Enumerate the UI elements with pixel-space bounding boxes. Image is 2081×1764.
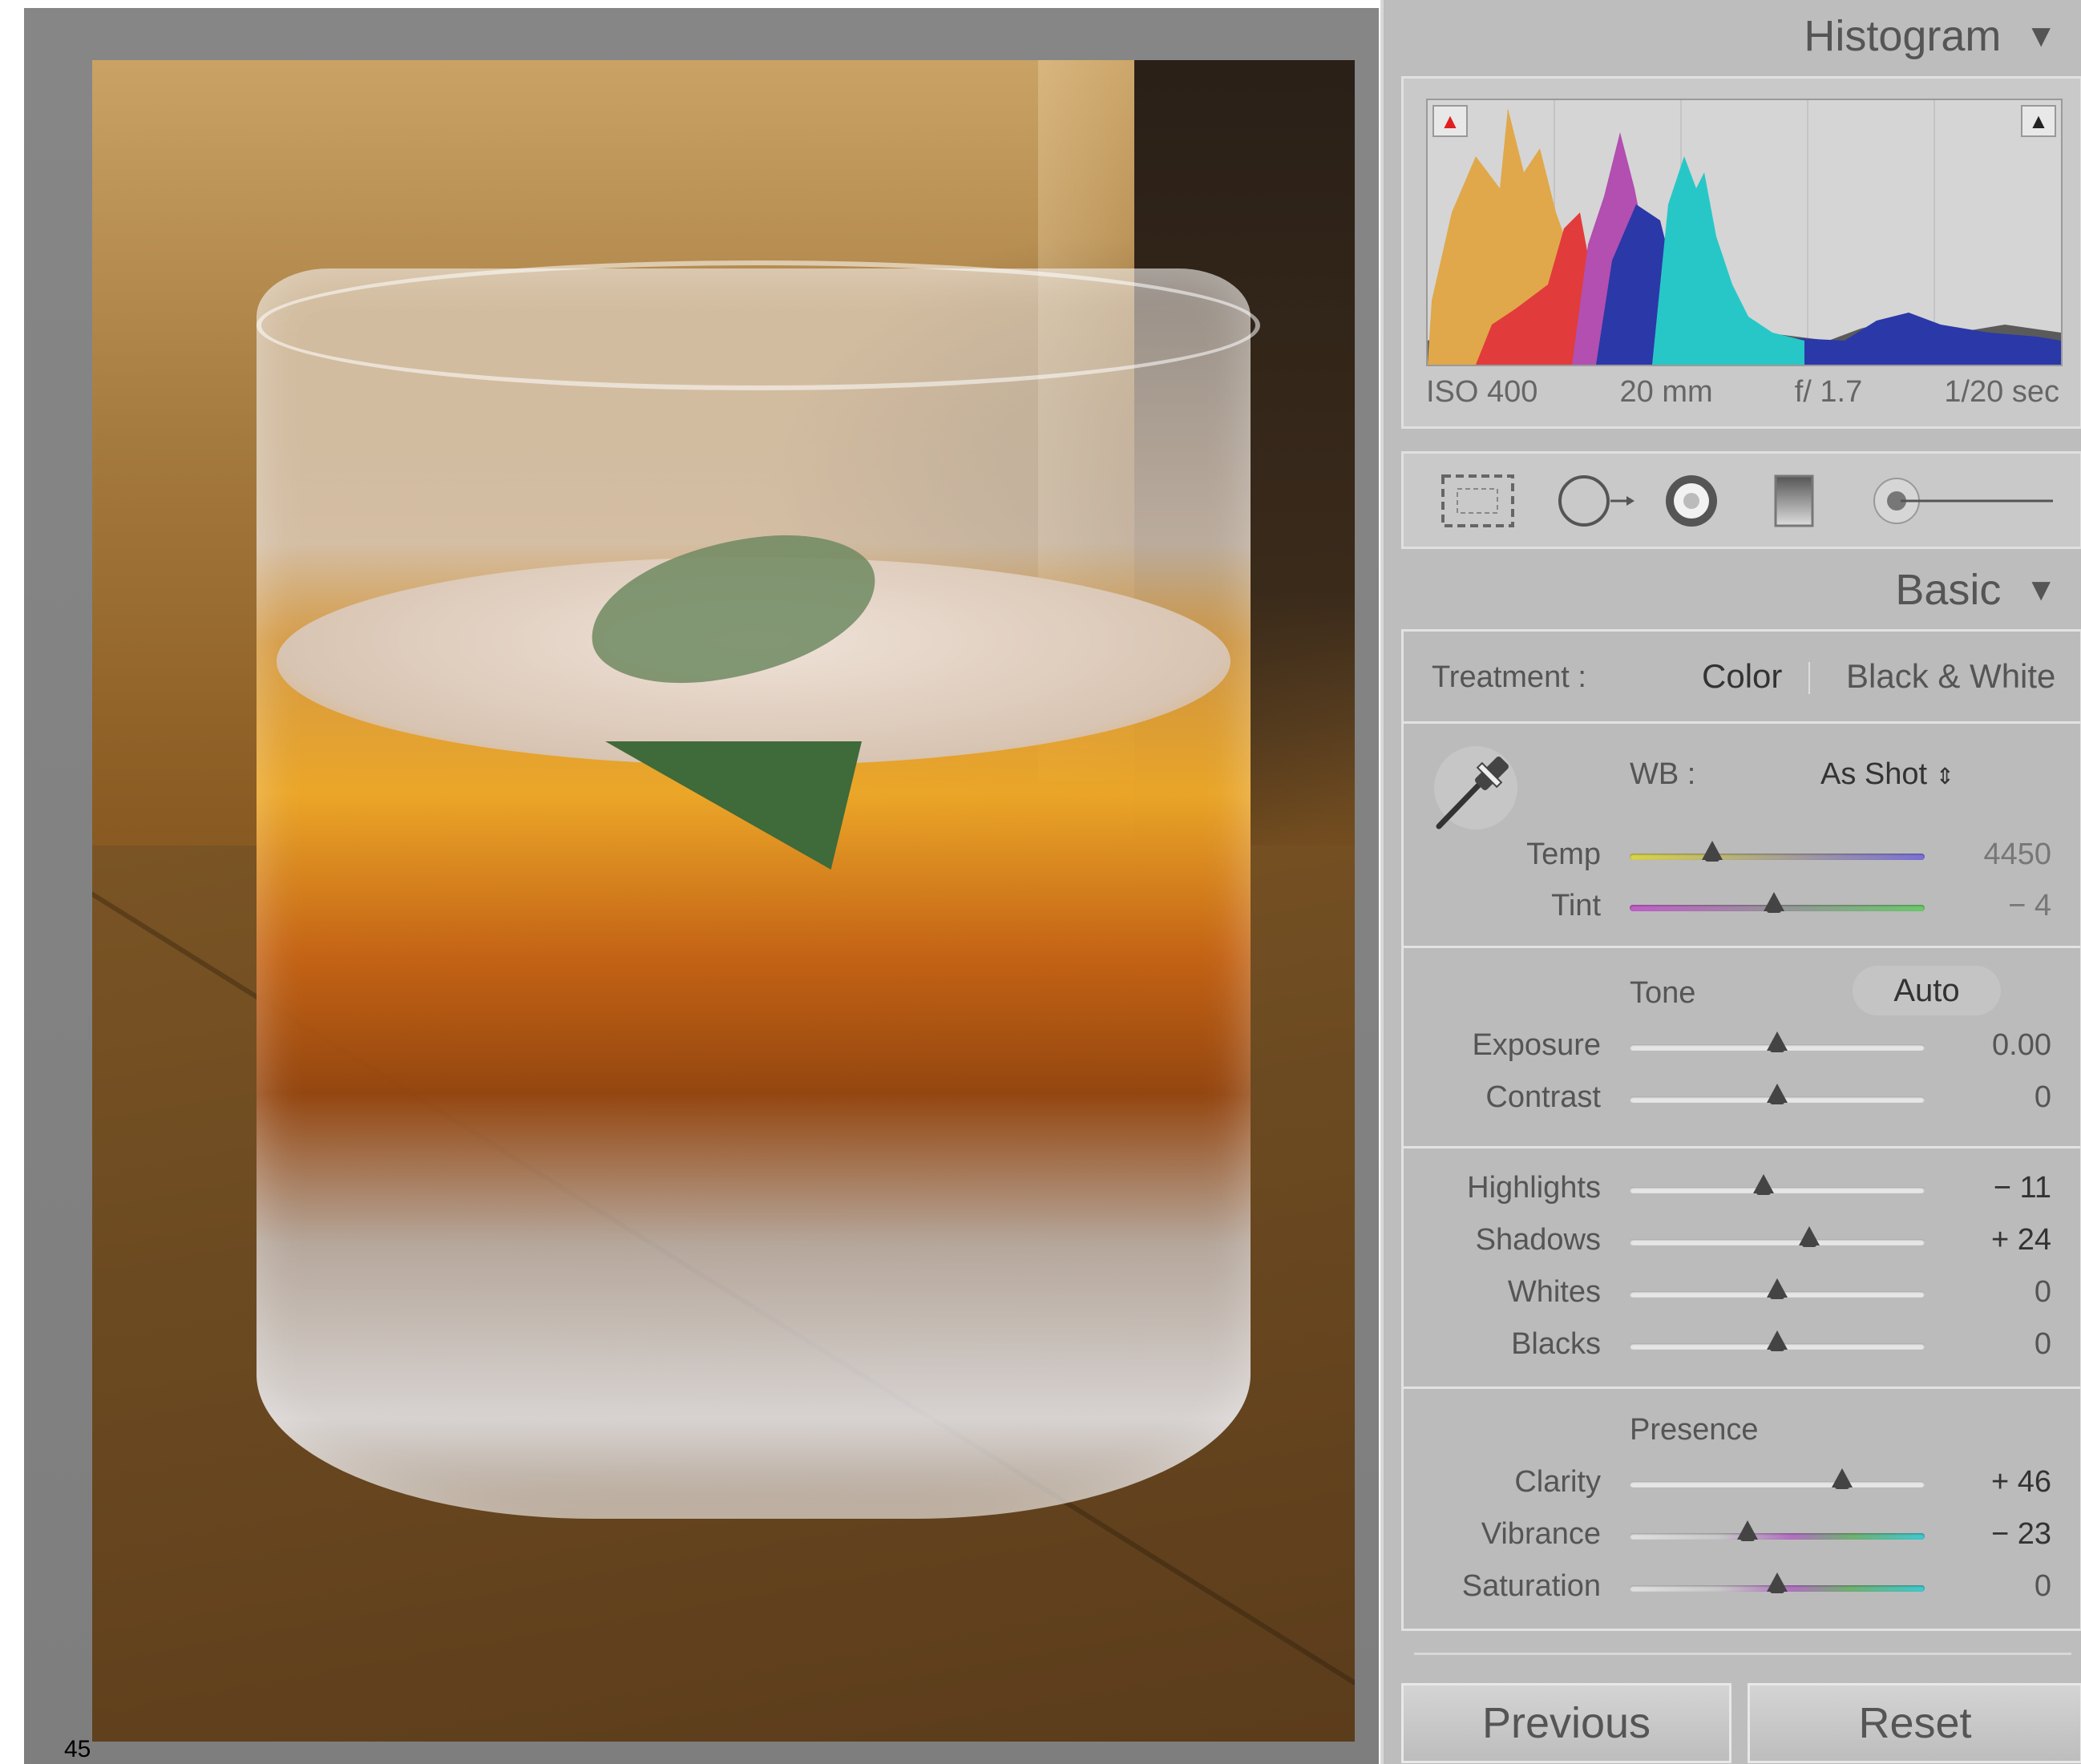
exif-iso: ISO 400 [1426, 375, 1538, 409]
adjustment-brush-icon[interactable] [1869, 473, 2061, 529]
highlights-label: Highlights [1467, 1171, 1601, 1205]
saturation-slider[interactable] [1630, 1572, 1925, 1593]
develop-panel: Histogram ▼ ▲ ▲ ISO 400 20 mm f/ 1.7 1/2… [1380, 0, 2081, 1764]
photo-preview[interactable] [92, 60, 1355, 1742]
photo-glass [257, 268, 1251, 1519]
photo-frame [24, 8, 1379, 1764]
basic-title: Basic [1895, 566, 2002, 614]
tint-label: Tint [1551, 889, 1601, 922]
exif-shutter: 1/20 sec [1944, 375, 2059, 409]
highlights-value[interactable]: − 11 [1994, 1171, 2051, 1205]
blacks-slider-thumb[interactable] [1767, 1330, 1788, 1351]
basic-header[interactable]: Basic ▼ [1895, 565, 2057, 615]
treatment-bw-button[interactable]: Black & White [1846, 657, 2055, 696]
highlights-slider-thumb[interactable] [1753, 1174, 1775, 1195]
tone-detail-section: Highlights − 11 Shadows + 24 Whites 0 Bl… [1404, 1148, 2080, 1389]
previous-button[interactable]: Previous [1401, 1683, 1731, 1763]
contrast-slider[interactable] [1630, 1084, 1925, 1104]
contrast-value[interactable]: 0 [2035, 1080, 2051, 1115]
tint-value[interactable]: − 4 [2008, 889, 2051, 923]
next-panel-divider [1414, 1653, 2071, 1655]
treatment-divider [1808, 662, 1810, 694]
shadows-slider[interactable] [1630, 1226, 1925, 1247]
temp-value[interactable]: 4450 [1983, 838, 2051, 872]
red-eye-icon[interactable] [1662, 473, 1722, 529]
blacks-value[interactable]: 0 [2035, 1327, 2051, 1362]
clarity-value[interactable]: + 46 [1991, 1465, 2051, 1500]
footer-buttons: Previous Reset [1401, 1683, 2081, 1763]
tint-slider-thumb[interactable] [1764, 892, 1785, 913]
exposure-value[interactable]: 0.00 [1992, 1028, 2051, 1063]
contrast-label: Contrast [1485, 1080, 1601, 1114]
vibrance-slider[interactable] [1630, 1520, 1925, 1541]
wb-eyedropper-icon[interactable] [1428, 740, 1524, 836]
whites-slider-thumb[interactable] [1767, 1278, 1788, 1299]
white-balance-section: WB : As Shot ⇕ Temp 4450 Tint − 4 [1404, 724, 2080, 948]
histogram-box: ▲ ▲ ISO 400 20 mm f/ 1.7 1/20 sec [1401, 76, 2081, 429]
temp-slider[interactable] [1630, 841, 1925, 862]
exposure-label: Exposure [1472, 1028, 1601, 1062]
crop-overlay-icon[interactable] [1440, 473, 1516, 529]
collapse-triangle-icon[interactable]: ▼ [2025, 18, 2057, 54]
exposure-slider[interactable] [1630, 1031, 1925, 1052]
reset-button[interactable]: Reset [1748, 1683, 2081, 1763]
treatment-label: Treatment : [1432, 660, 1586, 694]
saturation-label: Saturation [1461, 1569, 1601, 1603]
presence-section: Presence Clarity + 46 Vibrance − 23 Satu… [1404, 1389, 2080, 1629]
treatment-section: Treatment : Color Black & White [1404, 632, 2080, 724]
whites-label: Whites [1507, 1275, 1601, 1309]
highlight-clipping-indicator[interactable]: ▲ [2021, 105, 2056, 137]
tint-slider[interactable] [1630, 892, 1925, 913]
wb-select[interactable]: As Shot ⇕ [1820, 757, 1954, 792]
photo-glass-rim [257, 260, 1260, 390]
clarity-label: Clarity [1514, 1465, 1601, 1499]
blacks-label: Blacks [1511, 1327, 1601, 1361]
collapse-triangle-icon[interactable]: ▼ [2025, 572, 2057, 608]
saturation-value[interactable]: 0 [2035, 1569, 2051, 1604]
photo-caption: 45 [64, 1736, 91, 1762]
contrast-slider-thumb[interactable] [1767, 1084, 1788, 1104]
clarity-slider[interactable] [1630, 1468, 1925, 1489]
whites-slider[interactable] [1630, 1278, 1925, 1299]
exif-row: ISO 400 20 mm f/ 1.7 1/20 sec [1426, 375, 2059, 410]
clarity-slider-thumb[interactable] [1831, 1468, 1853, 1489]
histogram-plot[interactable]: ▲ ▲ [1426, 99, 2063, 366]
temp-slider-thumb[interactable] [1702, 841, 1723, 862]
exif-aperture: f/ 1.7 [1794, 375, 1863, 409]
tool-strip [1401, 451, 2081, 549]
updown-chevron-icon: ⇕ [1935, 764, 1955, 789]
shadows-label: Shadows [1475, 1223, 1601, 1257]
wb-value: As Shot [1820, 757, 1928, 791]
shadows-slider-thumb[interactable] [1799, 1226, 1820, 1247]
temp-label: Temp [1526, 838, 1601, 871]
shadow-clipping-indicator[interactable]: ▲ [1432, 105, 1468, 137]
graduated-filter-icon[interactable] [1764, 473, 1824, 529]
highlights-slider[interactable] [1630, 1174, 1925, 1195]
vibrance-label: Vibrance [1481, 1517, 1601, 1551]
histogram-title: Histogram [1804, 12, 2002, 60]
whites-value[interactable]: 0 [2035, 1275, 2051, 1310]
exposure-slider-thumb[interactable] [1767, 1031, 1788, 1052]
spot-removal-icon[interactable] [1556, 473, 1636, 529]
shadows-value[interactable]: + 24 [1991, 1223, 2051, 1257]
basic-panel: Treatment : Color Black & White WB : As … [1401, 629, 2081, 1631]
presence-label: Presence [1630, 1413, 1759, 1447]
tone-label: Tone [1630, 976, 1696, 1010]
tone-section: Tone Auto Exposure 0.00 Contrast 0 [1404, 948, 2080, 1148]
vibrance-slider-thumb[interactable] [1737, 1520, 1759, 1541]
saturation-slider-thumb[interactable] [1767, 1572, 1788, 1593]
auto-tone-button[interactable]: Auto [1853, 966, 2001, 1015]
histogram-graph [1428, 100, 2061, 365]
histogram-header[interactable]: Histogram ▼ [1804, 11, 2057, 61]
exif-focal-length: 20 mm [1619, 375, 1713, 409]
blacks-slider[interactable] [1630, 1330, 1925, 1351]
vibrance-value[interactable]: − 23 [1991, 1517, 2051, 1552]
treatment-color-button[interactable]: Color [1702, 657, 1782, 696]
wb-label: WB : [1630, 757, 1696, 791]
histogram-cyan [1652, 156, 1804, 365]
